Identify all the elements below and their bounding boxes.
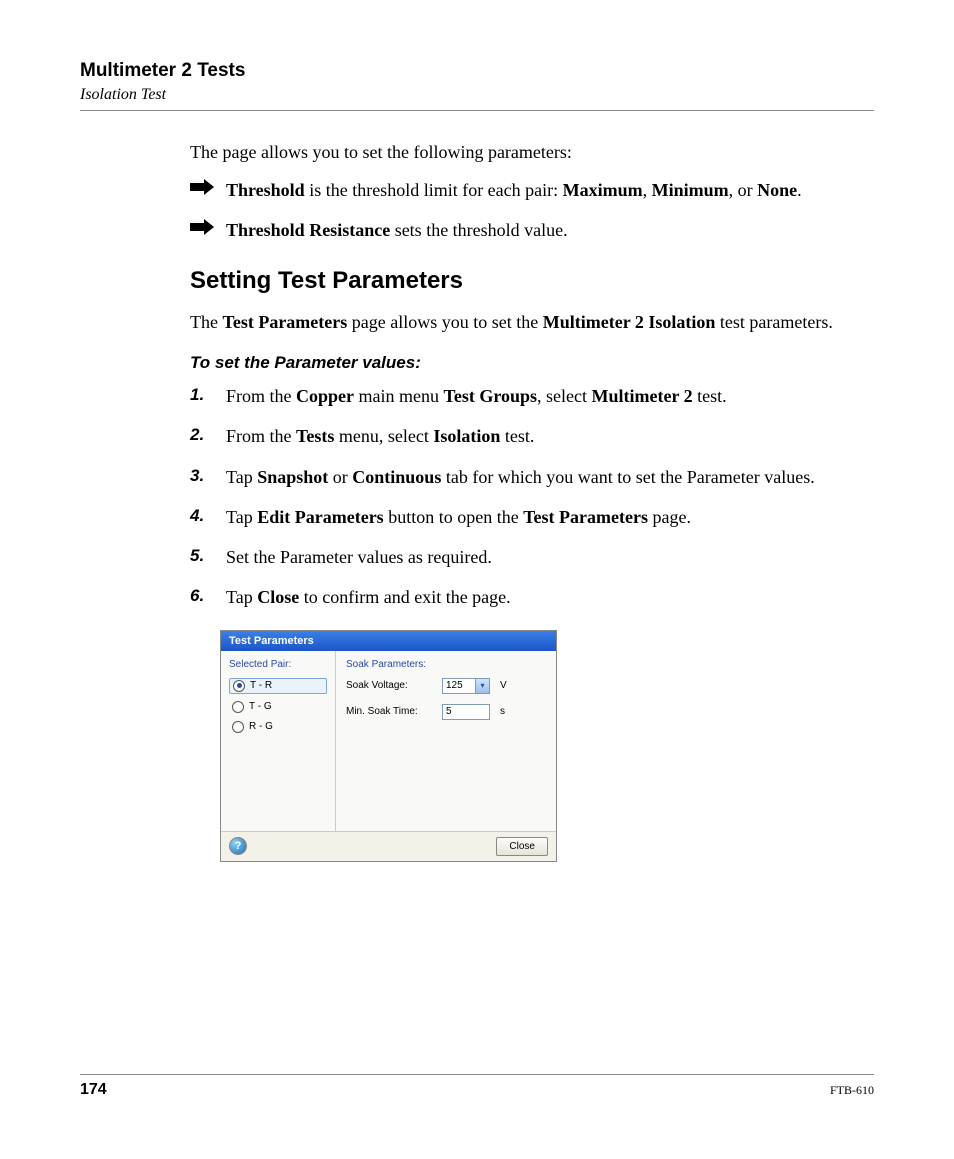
radio-label: R - G <box>249 721 273 732</box>
step-item: Tap Edit Parameters button to open the T… <box>190 504 874 530</box>
radio-icon <box>232 721 244 733</box>
section-heading: Setting Test Parameters <box>190 267 874 295</box>
step-item: Set the Parameter values as required. <box>190 544 874 570</box>
radio-icon <box>232 701 244 713</box>
section-intro: The Test Parameters page allows you to s… <box>190 309 874 335</box>
help-icon[interactable]: ? <box>229 837 247 855</box>
chapter-title: Multimeter 2 Tests <box>80 60 874 82</box>
step-item: From the Copper main menu Test Groups, s… <box>190 383 874 409</box>
step-item: Tap Close to confirm and exit the page. <box>190 584 874 610</box>
footer-rule <box>80 1074 874 1075</box>
time-unit: s <box>500 706 505 717</box>
close-button[interactable]: Close <box>496 837 548 856</box>
soak-parameters-panel: Soak Parameters: Soak Voltage: 125 ▾ V M… <box>336 651 556 831</box>
radio-label: T - G <box>249 701 272 712</box>
selected-pair-label: Selected Pair: <box>229 659 327 670</box>
soak-voltage-label: Soak Voltage: <box>346 680 436 691</box>
min-soak-time-input[interactable]: 5 <box>442 704 490 720</box>
radio-label: T - R <box>250 680 272 691</box>
document-id: FTB-610 <box>830 1083 874 1098</box>
arrow-icon <box>190 179 214 195</box>
section-title: Isolation Test <box>80 86 874 104</box>
pair-option-tg[interactable]: T - G <box>229 700 327 714</box>
procedure-steps: From the Copper main menu Test Groups, s… <box>190 383 874 610</box>
dialog-title: Test Parameters <box>221 631 556 651</box>
soak-voltage-value: 125 <box>446 680 463 691</box>
radio-icon <box>233 680 245 692</box>
bullet-item: Threshold Resistance sets the threshold … <box>190 217 874 243</box>
pair-option-rg[interactable]: R - G <box>229 720 327 734</box>
pair-option-tr[interactable]: T - R <box>229 678 327 694</box>
procedure-heading: To set the Parameter values: <box>190 353 874 373</box>
page-number: 174 <box>80 1081 107 1099</box>
intro-paragraph: The page allows you to set the following… <box>190 139 874 165</box>
min-soak-time-label: Min. Soak Time: <box>346 706 436 717</box>
voltage-unit: V <box>500 680 507 691</box>
page-header: Multimeter 2 Tests Isolation Test <box>80 60 874 111</box>
step-item: Tap Snapshot or Continuous tab for which… <box>190 464 874 490</box>
bullet-item: Threshold is the threshold limit for eac… <box>190 177 874 203</box>
chevron-down-icon: ▾ <box>475 679 489 693</box>
min-soak-time-value: 5 <box>446 706 452 717</box>
arrow-icon <box>190 219 214 235</box>
selected-pair-panel: Selected Pair: T - R T - G R - G <box>221 651 336 831</box>
step-item: From the Tests menu, select Isolation te… <box>190 423 874 449</box>
page-footer: 174 FTB-610 <box>80 1074 874 1099</box>
soak-parameters-label: Soak Parameters: <box>346 659 546 670</box>
header-rule <box>80 110 874 111</box>
parameter-bullets: Threshold is the threshold limit for eac… <box>190 177 874 243</box>
test-parameters-dialog: Test Parameters Selected Pair: T - R T -… <box>220 630 557 862</box>
soak-voltage-select[interactable]: 125 ▾ <box>442 678 490 694</box>
